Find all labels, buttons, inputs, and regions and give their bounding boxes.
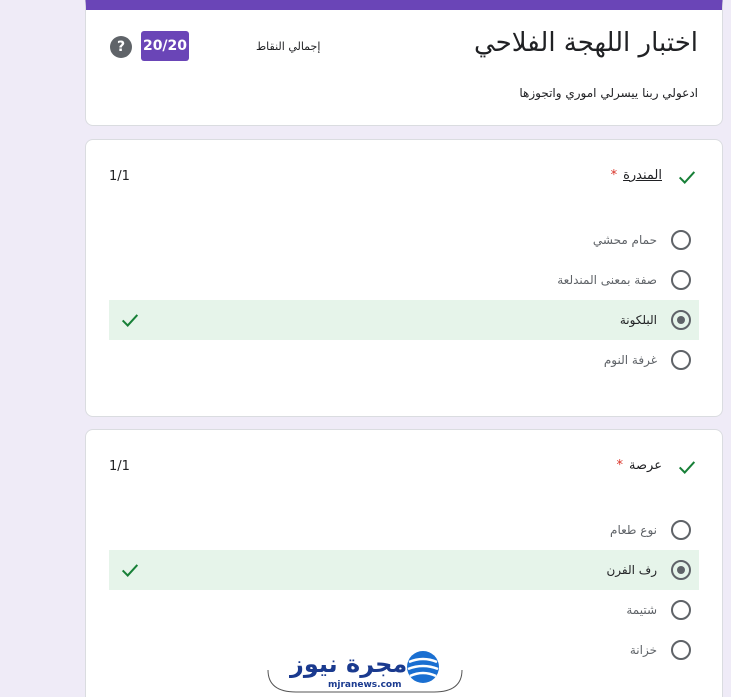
correct-check-icon [121,564,139,577]
option-row-correct[interactable]: البلكونة [109,300,699,340]
option-label: رف الفرن [606,563,657,577]
option-label: شتيمة [626,603,657,617]
help-icon[interactable]: ? [110,36,132,58]
required-mark: * [616,458,624,473]
radio-button[interactable] [671,230,691,250]
radio-button-selected[interactable] [671,310,691,330]
correct-check-icon [121,314,139,327]
watermark-text: مجرة نيوز [290,650,408,678]
form-title: اختبار اللهجة الفلاحي [473,28,698,58]
globe-icon [407,651,439,683]
form-description: ادعولي ربنا ييسرلي اموري واتجوزها [519,86,698,100]
option-row-correct[interactable]: رف الفرن [109,550,699,590]
form-results-page: اختبار اللهجة الفلاحي ادعولي ربنا ييسرلي… [0,0,731,697]
question-title: المندرة * [611,168,662,183]
option-row[interactable]: شتيمة [109,590,699,630]
question-card: المندرة * 1/1 حمام محشي صفة بمعنى المندلع… [85,139,723,417]
option-label: نوع طعام [610,523,657,537]
total-score-badge: 20/20 [141,31,189,61]
option-label: البلكونة [619,313,657,327]
correct-check-icon [678,171,696,184]
correct-check-icon [678,461,696,474]
question-title-text: المندرة [623,168,662,183]
option-label: غرفة النوم [603,353,657,367]
option-label: خزانة [629,643,657,657]
watermark-logo: مجرة نيوز mjranews.com [266,646,464,694]
question-title: عرصة * [617,458,662,473]
option-row[interactable]: غرفة النوم [109,340,699,380]
option-label: صفة بمعنى المندلعة [557,273,657,287]
question-title-text: عرصة [629,458,662,473]
radio-button-selected[interactable] [671,560,691,580]
form-header-card: اختبار اللهجة الفلاحي ادعولي ربنا ييسرلي… [85,0,723,126]
radio-button[interactable] [671,270,691,290]
radio-button[interactable] [671,600,691,620]
option-row[interactable]: حمام محشي [109,220,699,260]
total-points-label: إجمالي النقاط [256,40,321,53]
option-label: حمام محشي [592,233,657,247]
option-row[interactable]: صفة بمعنى المندلعة [109,260,699,300]
radio-button[interactable] [671,520,691,540]
question-score: 1/1 [109,459,130,474]
radio-button[interactable] [671,350,691,370]
required-mark: * [610,168,618,183]
radio-button[interactable] [671,640,691,660]
option-row[interactable]: نوع طعام [109,510,699,550]
question-score: 1/1 [109,169,130,184]
watermark-url: mjranews.com [328,680,402,690]
